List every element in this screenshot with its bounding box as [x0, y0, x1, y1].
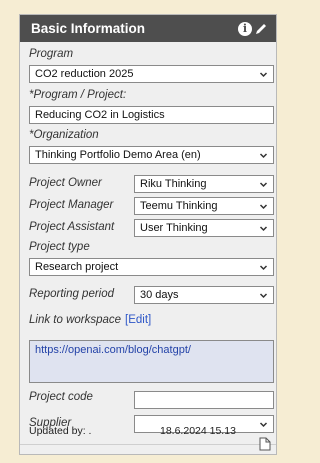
workspace-edit-link[interactable]: [Edit] — [125, 314, 151, 326]
panel-body: Program CO2 reduction 2025 *Program / Pr… — [20, 42, 276, 454]
reporting-period-label: Reporting period — [29, 288, 115, 300]
chevron-down-icon — [259, 182, 268, 188]
info-icon[interactable]: i — [238, 21, 252, 36]
program-label: Program — [29, 48, 74, 60]
document-icon[interactable] — [259, 437, 271, 451]
panel-header: Basic Information i — [20, 15, 276, 42]
reporting-period-value: 30 days — [140, 289, 179, 301]
project-code-label: Project code — [29, 391, 93, 403]
chevron-down-icon — [259, 293, 268, 299]
project-manager-value: Teemu Thinking — [140, 200, 218, 212]
footer-divider — [20, 444, 276, 445]
project-manager-select[interactable]: Teemu Thinking — [134, 197, 274, 215]
project-manager-label: Project Manager — [29, 199, 114, 211]
chevron-down-icon — [259, 422, 268, 428]
updated-by-label: Updated by: . — [29, 425, 92, 437]
chevron-down-icon — [259, 72, 268, 78]
project-assistant-label: Project Assistant — [29, 221, 115, 233]
organization-label: *Organization — [29, 129, 99, 141]
chevron-down-icon — [259, 265, 268, 271]
chevron-down-icon — [259, 226, 268, 232]
project-code-input[interactable] — [134, 391, 274, 409]
reporting-period-select[interactable]: 30 days — [134, 286, 274, 304]
basic-information-panel: Basic Information i Program CO2 reductio… — [19, 14, 277, 455]
project-assistant-select[interactable]: User Thinking — [134, 219, 274, 237]
updated-timestamp: 18.6.2024 15.13 — [160, 425, 236, 437]
chevron-down-icon — [259, 204, 268, 210]
workspace-label-text: Link to workspace — [29, 314, 122, 326]
workspace-link-box[interactable]: https://openai.com/blog/chatgpt/ — [29, 340, 274, 383]
project-owner-select[interactable]: Riku Thinking — [134, 175, 274, 193]
project-owner-label: Project Owner — [29, 177, 102, 189]
project-assistant-value: User Thinking — [140, 222, 208, 234]
pencil-icon[interactable] — [254, 22, 268, 36]
workspace-url-link[interactable]: https://openai.com/blog/chatgpt/ — [35, 344, 191, 356]
chevron-down-icon — [259, 153, 268, 159]
program-select[interactable]: CO2 reduction 2025 — [29, 65, 274, 83]
organization-value: Thinking Portfolio Demo Area (en) — [35, 149, 201, 161]
project-name-label: *Program / Project: — [29, 89, 127, 101]
workspace-label: Link to workspace [Edit] — [29, 314, 151, 326]
project-type-select[interactable]: Research project — [29, 258, 274, 276]
project-type-label: Project type — [29, 241, 90, 253]
project-type-value: Research project — [35, 261, 119, 273]
project-name-input[interactable]: Reducing CO2 in Logistics — [29, 106, 274, 124]
header-icons: i — [238, 21, 268, 36]
project-name-value: Reducing CO2 in Logistics — [35, 109, 165, 121]
program-value: CO2 reduction 2025 — [35, 68, 134, 80]
panel-title: Basic Information — [31, 21, 146, 36]
organization-select[interactable]: Thinking Portfolio Demo Area (en) — [29, 146, 274, 164]
project-owner-value: Riku Thinking — [140, 178, 207, 190]
